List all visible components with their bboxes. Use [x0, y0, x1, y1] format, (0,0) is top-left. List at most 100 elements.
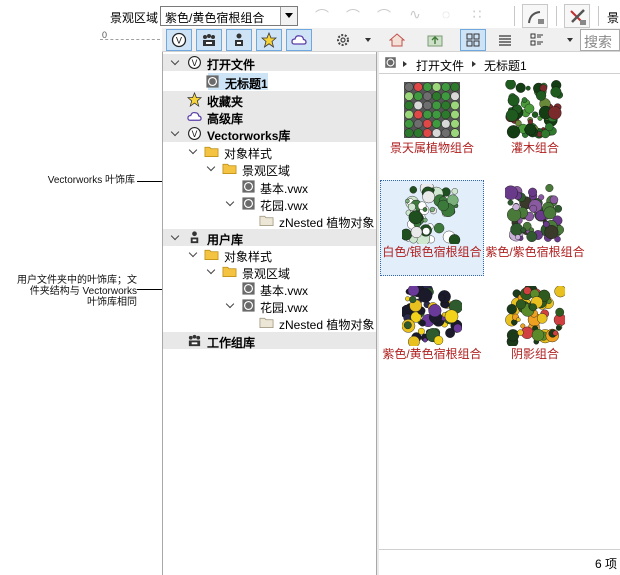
list-view-button[interactable]: [492, 29, 518, 51]
curve-tool-icon: ⌒: [377, 8, 391, 24]
arc-tool-icon: ◌: [441, 6, 451, 22]
folder-icon: [204, 146, 219, 158]
up-folder-button[interactable]: [422, 29, 448, 51]
tree-node-object-styles[interactable]: 对象样式: [163, 143, 376, 161]
file-icon: [242, 299, 255, 312]
scope-dropdown-value: 紫色/黄色宿根组合: [165, 11, 265, 25]
resource-label: 紫色/黄色宿根组合: [382, 347, 482, 361]
chevron-down-icon[interactable]: [226, 199, 234, 207]
tree-node-nested-folder[interactable]: zNested 植物对象: [163, 212, 376, 230]
file-icon: [385, 57, 396, 68]
tree-node-landscape-area[interactable]: 景观区域: [163, 263, 376, 281]
annotation-user-library: 用户文件夹中的叶饰库；文 件夹结构与 Vectorworks 叶饰库相同: [17, 275, 137, 308]
chevron-down-icon[interactable]: [189, 250, 197, 258]
tree-node-open-files[interactable]: V 打开文件: [163, 54, 376, 72]
workgroup-icon: [188, 334, 201, 347]
chevron-down-icon[interactable]: [171, 129, 179, 137]
resource-label: 景天属植物组合: [389, 141, 474, 155]
toolbar-divider: [556, 6, 557, 26]
tree-node-nested-folder[interactable]: zNested 植物对象: [163, 314, 376, 332]
chevron-down-icon[interactable]: [567, 38, 573, 42]
breadcrumb-item[interactable]: 打开文件: [416, 57, 464, 74]
tree-node-user-library[interactable]: 用户库: [163, 229, 376, 247]
truncated-label: 景: [607, 11, 620, 25]
ruler: 0: [100, 30, 160, 42]
scope-label: 景观区域: [110, 11, 159, 25]
resource-label: 阴影组合: [510, 347, 559, 361]
file-icon: [206, 75, 219, 88]
chevron-down-icon[interactable]: [226, 301, 234, 309]
tree-node-favorites[interactable]: 收藏夹: [163, 91, 376, 109]
plant-thumbnail: [402, 184, 461, 244]
tree-label: 景观区域: [242, 164, 291, 178]
tree-node-file[interactable]: 花园.vwx: [163, 297, 376, 315]
user-icon: [190, 231, 199, 244]
tree-node-advanced[interactable]: 高级库: [163, 108, 376, 126]
folder-icon: [222, 266, 237, 278]
folder-icon: [204, 249, 219, 261]
toolbar-divider: [514, 6, 515, 26]
tree-label: zNested 植物对象: [279, 318, 375, 332]
chevron-down-icon[interactable]: [189, 147, 197, 155]
tree-node-landscape-area[interactable]: 景观区域: [163, 160, 376, 178]
cloud-icon: [187, 111, 202, 121]
home-button[interactable]: [384, 29, 410, 51]
tree-node-untitled[interactable]: 无标题1: [163, 73, 376, 91]
tree-label: Vectorworks库: [207, 129, 291, 143]
detail-view-button[interactable]: [524, 29, 550, 51]
tree-label: 无标题1: [225, 77, 268, 91]
user-library-button[interactable]: [226, 29, 252, 51]
file-icon: [242, 282, 255, 295]
annotation-vectorworks-library: Vectorworks 叶饰库: [47, 175, 135, 186]
chevron-down-icon[interactable]: [171, 58, 179, 66]
plant-thumbnail: [505, 286, 565, 346]
file-icon: [242, 197, 255, 210]
grid-view-button[interactable]: [460, 29, 486, 51]
chevron-down-icon[interactable]: [207, 267, 215, 275]
plant-thumbnail: [404, 82, 460, 138]
tree-node-object-styles[interactable]: 对象样式: [163, 246, 376, 264]
search-input[interactable]: 搜索: [580, 29, 620, 51]
toolbar-divider: [598, 6, 599, 26]
chevron-down-icon[interactable]: [207, 164, 215, 172]
item-count: 6 项: [594, 557, 617, 571]
chevron-down-icon[interactable]: [171, 233, 179, 241]
library-tree: V 打开文件 无标题1 收藏夹 高级库 V Vectorworks库 对象样式 …: [162, 52, 377, 575]
landscape-area-tool-icon[interactable]: [522, 4, 548, 28]
disabled-tool-icons: ⌒ ⌒ ⌒ ∿ ◌ ∷: [312, 6, 487, 24]
curve-tool-icon: ∿: [409, 6, 421, 22]
tree-node-vectorworks-library[interactable]: V Vectorworks库: [163, 125, 376, 143]
svg-text:V: V: [192, 58, 198, 68]
plant-thumbnail: [402, 286, 462, 346]
cloud-library-button[interactable]: [286, 29, 312, 51]
tree-label: 工作组库: [207, 336, 256, 350]
resource-label: 灌木组合: [510, 141, 559, 155]
vectorworks-icon: V: [188, 56, 201, 69]
curve-tool-icon: ⌒: [315, 8, 329, 24]
favorites-button[interactable]: [256, 29, 282, 51]
resource-manager-toolbar: V 搜索: [162, 28, 620, 52]
scatter-tool-icon: ∷: [472, 6, 482, 22]
folder-icon: [259, 215, 274, 227]
folder-icon: [222, 163, 237, 175]
status-bar: 6 项: [379, 549, 620, 575]
breadcrumb: 打开文件 无标题1: [379, 52, 620, 74]
settings-gear-icon[interactable]: [330, 29, 356, 51]
breadcrumb-item[interactable]: 无标题1: [484, 57, 527, 74]
tree-node-file[interactable]: 花园.vwx: [163, 195, 376, 213]
search-placeholder: 搜索: [584, 34, 612, 50]
chevron-down-icon[interactable]: [280, 7, 297, 25]
plant-thumbnail: [505, 80, 563, 139]
vectorworks-library-button[interactable]: V: [166, 29, 192, 51]
tools-icon[interactable]: [564, 4, 590, 28]
star-icon: [187, 92, 202, 107]
workgroup-library-button[interactable]: [196, 29, 222, 51]
scope-dropdown[interactable]: 紫色/黄色宿根组合: [160, 6, 298, 26]
chevron-down-icon[interactable]: [365, 38, 371, 42]
tree-node-file[interactable]: 基本.vwx: [163, 280, 376, 298]
tree-node-file[interactable]: 基本.vwx: [163, 178, 376, 196]
breadcrumb-separator-icon: [403, 61, 407, 67]
tree-label: 打开文件: [207, 58, 256, 72]
tree-node-workgroup-library[interactable]: 工作组库: [163, 332, 376, 350]
vectorworks-icon: V: [188, 127, 201, 140]
